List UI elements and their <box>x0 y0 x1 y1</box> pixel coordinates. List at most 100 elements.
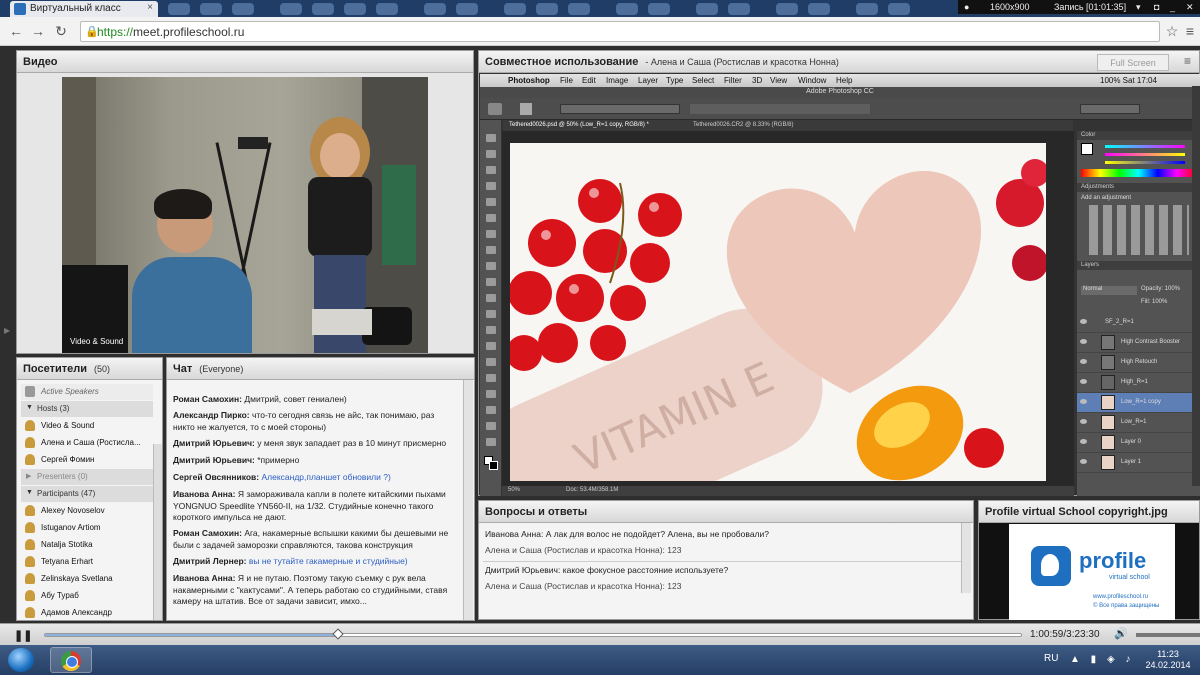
list-item[interactable]: Tetyana Erhart <box>21 554 153 570</box>
tab-thumbnail[interactable] <box>344 3 366 15</box>
history-brush-tool-icon[interactable] <box>486 278 496 286</box>
presenters-section[interactable]: ▶ Presenters (0) <box>21 469 153 485</box>
eraser-tool-icon[interactable] <box>486 294 496 302</box>
ps-menu-item[interactable]: Layer <box>638 76 658 85</box>
options-fields[interactable] <box>690 104 870 114</box>
tab-thumbnail[interactable] <box>312 3 334 15</box>
language-indicator[interactable]: RU <box>1044 653 1058 664</box>
hand-tool-icon[interactable] <box>486 422 496 430</box>
pen-tool-icon[interactable] <box>486 358 496 366</box>
taskbar-clock[interactable]: 11:23 24.02.2014 <box>1140 649 1196 671</box>
eye-icon[interactable] <box>1080 359 1087 364</box>
list-item[interactable]: Istuganov Artiom <box>21 520 153 536</box>
chrome-taskbar-button[interactable] <box>50 647 92 673</box>
eye-icon[interactable] <box>1080 379 1087 384</box>
ps-menu-item[interactable]: Filter <box>724 76 742 85</box>
list-item[interactable]: Алена и Саша (Ростисла... <box>21 435 153 451</box>
tab-thumbnail[interactable] <box>728 3 750 15</box>
layer-row-selected[interactable]: Low_R=1 copy <box>1077 393 1200 413</box>
dodge-tool-icon[interactable] <box>486 342 496 350</box>
tab-thumbnail[interactable] <box>200 3 222 15</box>
ps-menu-item[interactable]: Image <box>606 76 628 85</box>
right-edge-scrollbar[interactable] <box>1192 86 1200 486</box>
eye-icon[interactable] <box>1080 339 1087 344</box>
list-item[interactable]: Zelinskaya Svetlana <box>21 571 153 587</box>
address-bar[interactable]: 🔒 https://meet.profileschool.ru <box>80 21 1160 42</box>
gradient-tool-icon[interactable] <box>486 310 496 318</box>
eye-icon[interactable] <box>1080 419 1087 424</box>
volume-speaker-icon[interactable]: 🔊 <box>1114 627 1128 640</box>
color-panel-header[interactable]: Color <box>1077 131 1200 140</box>
doc-tab-active[interactable]: Tethered0026.psd @ 50% (Low_R=1 copy, RG… <box>509 122 649 128</box>
layer-row[interactable]: High_R=1 <box>1077 373 1200 393</box>
opacity-field[interactable]: Opacity: 100% <box>1141 286 1180 292</box>
ps-menu-item[interactable]: Help <box>836 76 852 85</box>
back-arrow-icon[interactable]: ← <box>8 23 24 39</box>
browser-tab[interactable]: Виртуальный класс × <box>10 1 158 17</box>
lasso-tool-icon[interactable] <box>486 166 496 174</box>
adjustment-icons[interactable] <box>1089 205 1189 255</box>
pause-icon[interactable]: ❚❚ <box>14 629 32 642</box>
ps-menu-item[interactable]: View <box>770 76 787 85</box>
recorder-camera-icon[interactable]: ◘ <box>1154 2 1159 12</box>
background-color-swatch[interactable] <box>489 461 498 470</box>
tab-thumbnail[interactable] <box>376 3 398 15</box>
brush-panel-icon[interactable] <box>520 103 532 115</box>
ps-menu-item[interactable]: Window <box>798 76 826 85</box>
tab-thumbnail[interactable] <box>168 3 190 15</box>
blend-mode-select[interactable]: Normal <box>1081 286 1137 295</box>
tab-thumbnail[interactable] <box>504 3 526 15</box>
tab-thumbnail[interactable] <box>888 3 910 15</box>
g-slider[interactable] <box>1105 153 1185 156</box>
hosts-section[interactable]: ▼ Hosts (3) <box>21 401 153 417</box>
ps-menu-item[interactable]: 3D <box>752 76 762 85</box>
eye-icon[interactable] <box>1080 439 1087 444</box>
tab-thumbnail[interactable] <box>808 3 830 15</box>
marquee-tool-icon[interactable] <box>486 150 496 158</box>
zoom-tool-icon[interactable] <box>486 438 496 446</box>
qa-scrollbar[interactable] <box>961 523 971 593</box>
tab-thumbnail[interactable] <box>536 3 558 15</box>
ps-menu-item[interactable]: File <box>560 76 573 85</box>
zoom-level[interactable]: 50% <box>508 487 520 493</box>
layer-row[interactable]: Layer 1 <box>1077 453 1200 473</box>
tool-preset-select[interactable] <box>560 104 680 114</box>
seek-thumb[interactable] <box>332 628 344 640</box>
bookmark-star-icon[interactable]: ☆ <box>1164 23 1180 39</box>
brush-preset-icon[interactable] <box>488 103 502 115</box>
menu-icon[interactable]: ≡ <box>1182 23 1198 39</box>
healing-tool-icon[interactable] <box>486 230 496 238</box>
photoshop-canvas[interactable]: VITAMIN E <box>510 143 1046 481</box>
eye-icon[interactable] <box>1080 399 1087 404</box>
ps-menu-item[interactable]: Edit <box>582 76 596 85</box>
recorder-minimize-icon[interactable]: _ <box>1170 2 1175 12</box>
participants-section[interactable]: ▼ Participants (47) <box>21 486 153 502</box>
crop-tool-icon[interactable] <box>486 198 496 206</box>
color-ramp[interactable] <box>1081 169 1196 177</box>
playback-seek-track[interactable] <box>44 628 1022 640</box>
layer-row[interactable]: High Contrast Booster <box>1077 333 1200 353</box>
tab-thumbnail[interactable] <box>280 3 302 15</box>
layers-panel-header[interactable]: Layers <box>1077 261 1200 270</box>
adjustments-panel-header[interactable]: Adjustments <box>1077 183 1200 192</box>
fullscreen-button[interactable]: Full Screen <box>1097 54 1169 71</box>
tab-thumbnail[interactable] <box>456 3 478 15</box>
list-item[interactable]: Alexey Novoselov <box>21 503 153 519</box>
move-tool-icon[interactable] <box>486 134 496 142</box>
start-button-icon[interactable] <box>8 648 34 672</box>
blur-tool-icon[interactable] <box>486 326 496 334</box>
reload-icon[interactable]: ↻ <box>53 23 69 39</box>
path-select-tool-icon[interactable] <box>486 390 496 398</box>
qa-question[interactable]: Иванова Анна: А лак для волос не подойде… <box>485 529 769 539</box>
attendees-scrollbar[interactable] <box>153 444 162 620</box>
list-item[interactable]: Сергей Фомин <box>21 452 153 468</box>
brush-tool-icon[interactable] <box>486 246 496 254</box>
list-item[interactable]: Natalja Stotika <box>21 537 153 553</box>
layer-row[interactable]: High Retouch <box>1077 353 1200 373</box>
layer-group-row[interactable]: SF_2_R=1 <box>1077 313 1200 333</box>
eye-icon[interactable] <box>1080 319 1087 324</box>
eyedropper-tool-icon[interactable] <box>486 214 496 222</box>
quick-select-tool-icon[interactable] <box>486 182 496 190</box>
qa-question[interactable]: Дмитрий Юрьевич: какое фокусное расстоян… <box>485 565 728 575</box>
tab-close-icon[interactable]: × <box>147 2 153 13</box>
